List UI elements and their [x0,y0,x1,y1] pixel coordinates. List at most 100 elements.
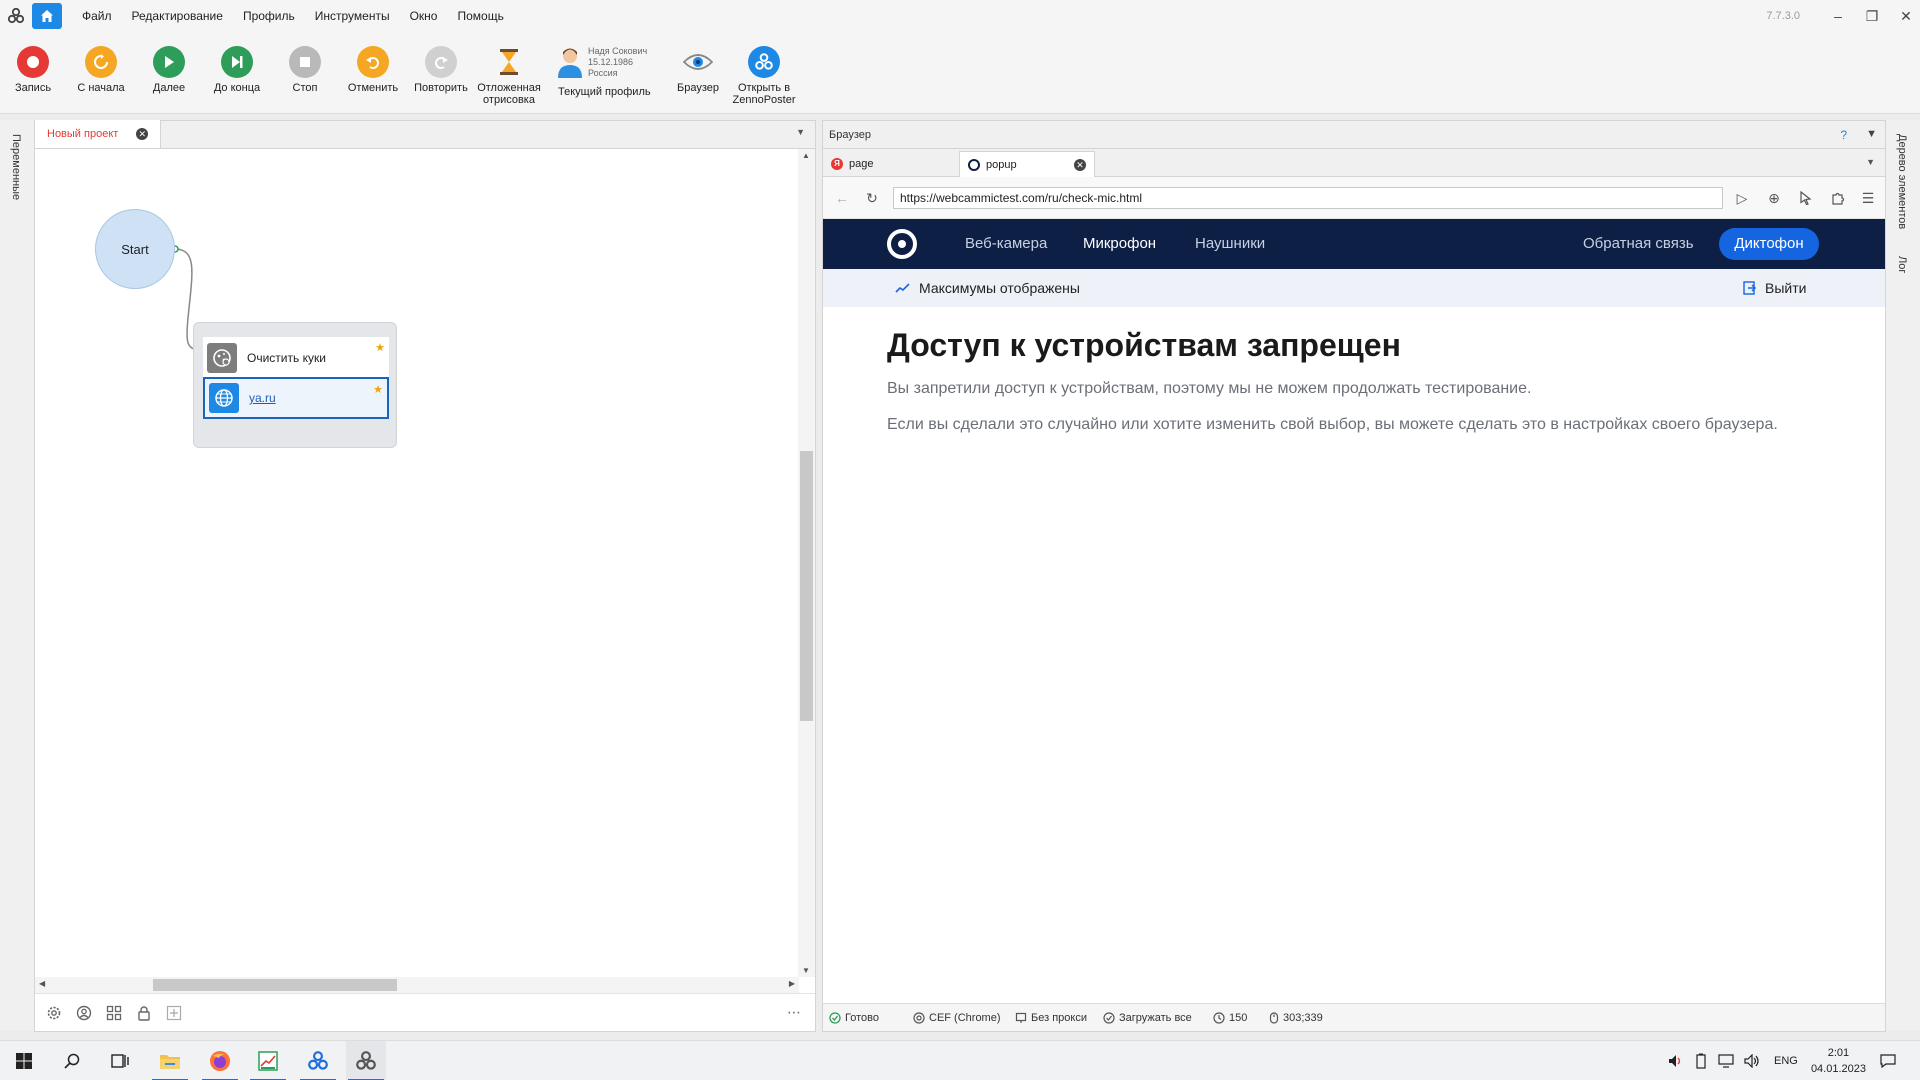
close-window-button[interactable]: ✕ [1886,0,1920,32]
dictaphone-button[interactable]: Диктофон [1719,228,1819,260]
variables-side-tab[interactable]: Переменные [10,134,22,200]
menu-window[interactable]: Окно [400,0,448,32]
menu-edit[interactable]: Редактирование [122,0,233,32]
browser-panel-header: Браузер ? ▼ [823,121,1885,149]
more-options-icon[interactable]: ⋯ [785,1004,803,1022]
canvas-vertical-scrollbar[interactable]: ▲ ▼ [798,149,815,977]
action-group[interactable]: Очистить куки ★ ya.ru ★ [193,322,397,448]
profile-country: Россия [588,68,618,78]
vertical-scroll-thumb[interactable] [800,451,813,721]
projectmaker-taskbar-icon[interactable] [346,1041,386,1080]
app-version: 7.7.3.0 [1766,10,1800,22]
horizontal-scroll-thumb[interactable] [153,979,397,991]
network-tray-icon[interactable] [1718,1041,1734,1080]
target-icon[interactable]: ⊕ [1763,187,1785,209]
language-indicator[interactable]: ENG [1774,1041,1798,1080]
windows-start-icon[interactable] [4,1041,44,1080]
next-button[interactable]: Далее [137,46,201,94]
profile-date: 15.12.1986 [588,57,634,67]
start-node[interactable]: Start [95,209,175,289]
browser-button[interactable]: Браузер [666,46,730,94]
scroll-left-icon[interactable]: ◀ [39,979,45,988]
notifications-icon[interactable] [1880,1041,1896,1080]
profile-name: Надя Сокович [588,46,648,56]
menu-hamburger-icon[interactable]: ☰ [1857,187,1879,209]
user-circle-icon[interactable] [75,1004,93,1022]
go-play-icon[interactable]: ▷ [1731,187,1753,209]
redo-button[interactable]: Повторить [409,46,473,94]
pin-icon[interactable]: ▼ [1866,128,1877,140]
tab-new-project[interactable]: Новый проект ✕ [35,120,162,148]
title-bar: Файл Редактирование Профиль Инструменты … [0,0,1920,32]
zennoposter-taskbar-icon[interactable] [298,1041,338,1080]
block-label: Очистить куки [247,351,326,365]
reload-icon[interactable]: ↻ [861,187,883,209]
delayed-render-button[interactable]: Отложенная отрисовка [477,46,541,106]
lock-icon[interactable] [135,1004,153,1022]
to-end-button[interactable]: До конца [205,46,269,94]
app-logo-icon[interactable] [0,0,32,32]
restart-button[interactable]: С начала [69,46,133,94]
menu-tools[interactable]: Инструменты [305,0,400,32]
tab-popup[interactable]: popup ✕ [959,151,1095,177]
canvas-horizontal-scrollbar[interactable]: ◀ ▶ [35,977,799,993]
url-input[interactable] [893,187,1723,209]
settings-gear-icon[interactable] [45,1004,63,1022]
menu-profile[interactable]: Профиль [233,0,305,32]
speaker-tray-icon[interactable] [1668,1041,1684,1080]
scroll-right-icon[interactable]: ▶ [789,979,795,988]
nav-feedback-link[interactable]: Обратная связь [1583,219,1694,269]
search-icon[interactable] [52,1041,92,1080]
hourglass-icon [493,46,525,78]
block-clear-cookies[interactable]: Очистить куки ★ [203,337,389,379]
back-arrow-icon[interactable]: ← [831,187,853,209]
open-in-zennoposter-button[interactable]: Открыть в ZennoPoster [732,46,796,106]
volume-tray-icon[interactable] [1744,1041,1760,1080]
browser-navbar: ← ↻ ▷ ⊕ ☰ [823,177,1885,219]
logout-link[interactable]: Выйти [1743,269,1806,307]
chart-app-icon[interactable] [248,1041,288,1080]
record-button[interactable]: Запись [1,46,65,94]
stop-button[interactable]: Стоп [273,46,337,94]
tab-page[interactable]: Я page [823,151,959,177]
help-icon[interactable]: ? [1840,128,1847,142]
extension-puzzle-icon[interactable] [1827,187,1849,209]
file-explorer-icon[interactable] [150,1041,190,1080]
status-timer[interactable]: 150 [1213,1004,1247,1032]
menu-help[interactable]: Помощь [447,0,513,32]
scroll-up-icon[interactable]: ▲ [802,151,810,160]
tabs-dropdown-icon[interactable]: ▼ [1866,157,1875,167]
nav-webcam-link[interactable]: Веб-камера [965,219,1047,269]
status-load-all[interactable]: Загружать все [1103,1004,1192,1032]
main-toolbar: Запись С начала Далее До конца Стоп Отме… [0,32,1920,114]
home-button[interactable] [32,3,62,29]
close-tab-icon[interactable]: ✕ [1074,159,1086,171]
tabs-dropdown-icon[interactable]: ▼ [796,127,805,137]
menu-file[interactable]: Файл [72,0,122,32]
undo-button[interactable]: Отменить [341,46,405,94]
task-view-icon[interactable] [100,1041,140,1080]
add-block-icon[interactable] [165,1004,183,1022]
firefox-icon[interactable] [200,1041,240,1080]
element-tree-side-tab[interactable]: Дерево элементов [1896,134,1908,229]
taskbar-clock[interactable]: 2:01 04.01.2023 [1811,1045,1866,1077]
site-logo-icon[interactable] [887,229,917,259]
block-url-link[interactable]: ya.ru [249,391,276,405]
cursor-icon[interactable] [1795,187,1817,209]
undo-icon [357,46,389,78]
site-header: Веб-камера Микрофон Наушники Обратная св… [823,219,1885,269]
nav-mic-link[interactable]: Микрофон [1083,219,1156,269]
scroll-down-icon[interactable]: ▼ [802,966,810,975]
block-navigate-url[interactable]: ya.ru ★ [203,377,389,419]
status-engine[interactable]: CEF (Chrome) [913,1004,1001,1032]
browser-panel-title: Браузер [829,129,871,141]
grid-icon[interactable] [105,1004,123,1022]
nav-headphones-link[interactable]: Наушники [1195,219,1265,269]
current-profile-button[interactable]: Надя Сокович 15.12.1986 Россия Текущий п… [552,46,672,106]
status-proxy[interactable]: Без прокси [1015,1004,1087,1032]
battery-tray-icon[interactable] [1696,1041,1706,1080]
log-side-tab[interactable]: Лог [1896,256,1908,273]
close-tab-icon[interactable]: ✕ [136,128,149,140]
maxima-shown-toggle[interactable]: Максимумы отображены [895,269,1080,307]
project-canvas[interactable]: Start Очистить куки ★ ya.ru ★ [35,149,799,979]
